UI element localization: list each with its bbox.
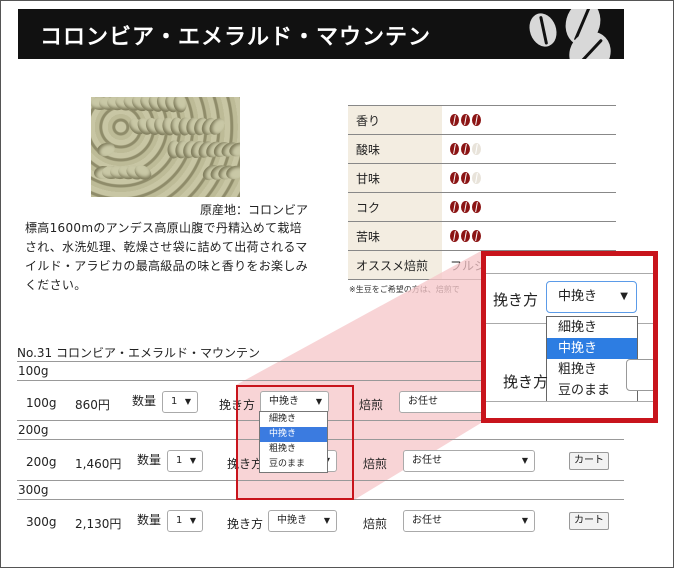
quantity-select[interactable]: 1 ▼ [162, 391, 198, 413]
group-label: 100g [18, 364, 49, 378]
grind-select[interactable]: 中挽き ▼ [546, 281, 637, 313]
grind-select-value: 中挽き [558, 289, 598, 304]
quantity-label: 数量 [132, 394, 157, 408]
price: 860円 [75, 398, 110, 412]
add-to-cart-button[interactable]: カート [569, 512, 609, 530]
divider [486, 273, 653, 274]
quantity-label: 数量 [137, 453, 162, 467]
grind-label: 挽き方 [227, 517, 264, 531]
product-name: No.31 コロンビア・エメラルド・マウンテン [17, 346, 261, 360]
roast-label: 焙煎 [363, 517, 388, 531]
dropdown-arrow-icon: ▼ [521, 456, 528, 465]
grind-select[interactable] [626, 359, 653, 391]
dropdown-arrow-icon: ▼ [189, 516, 196, 525]
grind-option[interactable]: 豆のまま [547, 380, 637, 401]
quantity-value: 1 [176, 515, 183, 526]
roast-value: お任せ [408, 396, 438, 407]
divider [486, 401, 653, 402]
dropdown-arrow-icon: ▼ [189, 456, 196, 465]
callout-box [236, 385, 354, 500]
roast-select[interactable]: お任せ ▼ [403, 450, 535, 472]
group-label: 200g [18, 423, 49, 437]
weight: 100g [26, 396, 57, 410]
roast-label: 焙煎 [359, 398, 384, 412]
quantity-label: 数量 [137, 513, 162, 527]
quantity-select[interactable]: 1 ▼ [167, 450, 203, 472]
weight: 200g [26, 455, 57, 469]
grind-label: 挽き方 [493, 291, 539, 309]
grind-select[interactable]: 中挽き ▼ [268, 510, 337, 532]
zoom-panel: 挽き方 中挽き ▼ 細挽き 中挽き 粗挽き 豆のまま 挽き方 [481, 251, 658, 423]
dropdown-arrow-icon: ▼ [521, 516, 528, 525]
grind-option[interactable]: 中挽き [547, 338, 637, 359]
grind-options-list[interactable]: 細挽き 中挽き 粗挽き 豆のまま [546, 316, 638, 402]
roast-value: お任せ [412, 455, 442, 466]
product-row: 300g 2,130円 数量 1 ▼ 挽き方 中挽き ▼ 焙煎 お任せ ▼ カート [0, 507, 640, 537]
grind-value: 中挽き [277, 515, 307, 526]
price: 1,460円 [75, 457, 122, 471]
quantity-value: 1 [176, 455, 183, 466]
quantity-value: 1 [171, 396, 178, 407]
grind-option[interactable]: 粗挽き [547, 359, 637, 380]
grind-label: 挽き方 [503, 373, 549, 391]
price: 2,130円 [75, 517, 122, 531]
roast-value: お任せ [412, 515, 442, 526]
dropdown-arrow-icon: ▼ [323, 516, 330, 525]
quantity-select[interactable]: 1 ▼ [167, 510, 203, 532]
dropdown-arrow-icon: ▼ [184, 397, 191, 406]
group-label: 300g [18, 483, 49, 497]
grind-option[interactable]: 細挽き [547, 317, 637, 338]
add-to-cart-button[interactable]: カート [569, 452, 609, 470]
roast-label: 焙煎 [363, 457, 388, 471]
roast-select[interactable]: お任せ ▼ [403, 510, 535, 532]
weight: 300g [26, 515, 57, 529]
dropdown-arrow-icon: ▼ [620, 291, 628, 302]
